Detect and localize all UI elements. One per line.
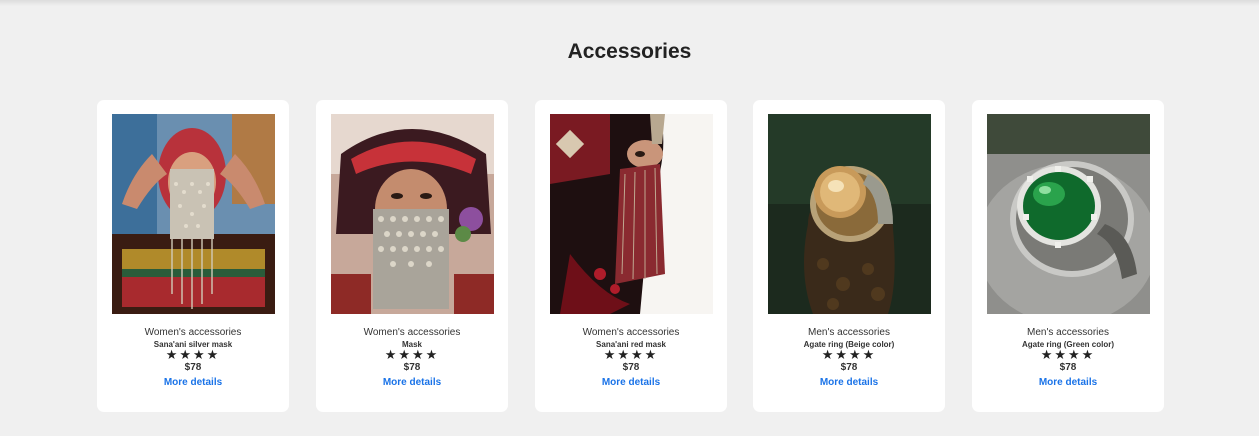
product-price: $78 — [403, 362, 421, 373]
header-shadow — [0, 0, 1259, 6]
product-category: Women's accessories — [363, 327, 461, 338]
more-details-link[interactable]: More details — [972, 377, 1164, 388]
product-category: Women's accessories — [144, 327, 242, 338]
rating-stars-icon: ★★★★ — [384, 347, 440, 362]
rating-stars-icon: ★★★★ — [603, 347, 659, 362]
product-category: Men's accessories — [808, 327, 890, 338]
product-card: Women's accessories Mask ★★★★ $78 More d… — [316, 100, 508, 412]
product-image[interactable] — [331, 114, 494, 314]
silver-mask-photo-icon — [112, 114, 275, 314]
rating-stars-icon: ★★★★ — [1040, 347, 1096, 362]
product-image[interactable] — [112, 114, 275, 314]
rating-stars-icon: ★★★★ — [821, 347, 877, 362]
product-card: Men's accessories Agate ring (Green colo… — [972, 100, 1164, 412]
product-card: Women's accessories Sana'ani red mask ★★… — [535, 100, 727, 412]
rating-stars-icon: ★★★★ — [165, 347, 221, 362]
product-category: Women's accessories — [582, 327, 680, 338]
product-card: Women's accessories Sana'ani silver mask… — [97, 100, 289, 412]
section-title: Accessories — [567, 40, 692, 63]
more-details-link[interactable]: More details — [97, 377, 289, 388]
product-card: Men's accessories Agate ring (Beige colo… — [753, 100, 945, 412]
green-agate-ring-photo-icon — [987, 114, 1150, 314]
product-price: $78 — [840, 362, 858, 373]
beige-agate-ring-photo-icon — [768, 114, 931, 314]
more-details-link[interactable]: More details — [753, 377, 945, 388]
product-image[interactable] — [550, 114, 713, 314]
mask-photo-icon — [331, 114, 494, 314]
product-image[interactable] — [987, 114, 1150, 314]
more-details-link[interactable]: More details — [535, 377, 727, 388]
product-image[interactable] — [768, 114, 931, 314]
product-category: Men's accessories — [1027, 327, 1109, 338]
product-price: $78 — [622, 362, 640, 373]
product-price: $78 — [1059, 362, 1077, 373]
more-details-link[interactable]: More details — [316, 377, 508, 388]
product-price: $78 — [184, 362, 202, 373]
red-mask-photo-icon — [550, 114, 713, 314]
